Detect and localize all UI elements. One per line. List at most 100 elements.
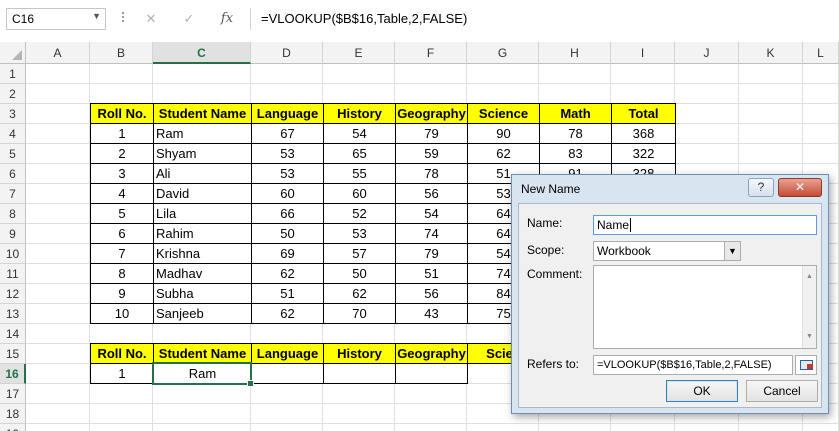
column-header-k[interactable]: K	[739, 42, 803, 64]
lookup-header-cell[interactable]: Language	[251, 343, 324, 364]
row-header-13[interactable]: 13	[0, 304, 26, 324]
lookup-cell[interactable]	[395, 363, 468, 384]
collapse-dialog-button[interactable]	[795, 355, 817, 375]
help-icon[interactable]: ?	[748, 178, 774, 197]
row-header-7[interactable]: 7	[0, 184, 26, 204]
row-header-6[interactable]: 6	[0, 164, 26, 184]
lookup-cell[interactable]	[323, 363, 396, 384]
column-header-b[interactable]: B	[90, 42, 153, 64]
table-cell[interactable]: 79	[395, 243, 468, 264]
table-cell[interactable]: Lila	[153, 203, 252, 224]
table-header-cell[interactable]: Science	[467, 103, 540, 124]
column-header-c[interactable]: C	[153, 42, 251, 64]
table-header-cell[interactable]: Total	[611, 103, 676, 124]
table-header-cell[interactable]: Language	[251, 103, 324, 124]
table-header-cell[interactable]: Student Name	[153, 103, 252, 124]
table-cell[interactable]: Shyam	[153, 143, 252, 164]
row-header-15[interactable]: 15	[0, 344, 26, 364]
table-cell[interactable]: 322	[611, 143, 676, 164]
table-cell[interactable]: 55	[323, 163, 396, 184]
column-header-a[interactable]: A	[26, 42, 90, 64]
table-cell[interactable]: 43	[395, 303, 468, 324]
table-cell[interactable]: 56	[395, 183, 468, 204]
lookup-header-cell[interactable]: Student Name	[153, 343, 252, 364]
formula-input[interactable]: =VLOOKUP($B$16,Table,2,FALSE)	[250, 8, 839, 30]
table-header-cell[interactable]: Geography	[395, 103, 468, 124]
row-header-11[interactable]: 11	[0, 264, 26, 284]
row-header-2[interactable]: 2	[0, 84, 26, 104]
column-header-g[interactable]: G	[467, 42, 539, 64]
table-cell[interactable]: 54	[323, 123, 396, 144]
table-cell[interactable]: 1	[90, 123, 154, 144]
row-header-3[interactable]: 3	[0, 104, 26, 124]
table-cell[interactable]: Madhav	[153, 263, 252, 284]
confirm-entry-icon[interactable]: ✓	[177, 8, 201, 30]
table-cell[interactable]: 62	[467, 143, 540, 164]
table-cell[interactable]: David	[153, 183, 252, 204]
table-cell[interactable]: 53	[251, 163, 324, 184]
table-cell[interactable]: 62	[251, 263, 324, 284]
table-cell[interactable]: 50	[251, 223, 324, 244]
row-header-5[interactable]: 5	[0, 144, 26, 164]
table-cell[interactable]: 9	[90, 283, 154, 304]
column-header-d[interactable]: D	[251, 42, 323, 64]
table-cell[interactable]: 368	[611, 123, 676, 144]
insert-function-icon[interactable]: fx	[215, 8, 239, 30]
name-box[interactable]: C16 ▼	[6, 8, 106, 30]
name-field[interactable]: Name	[593, 215, 817, 235]
close-icon[interactable]: ✕	[778, 178, 822, 197]
table-cell[interactable]: 53	[323, 223, 396, 244]
row-header-8[interactable]: 8	[0, 204, 26, 224]
lookup-header-cell[interactable]: Roll No.	[90, 343, 154, 364]
lookup-header-cell[interactable]: Geography	[395, 343, 468, 364]
table-cell[interactable]: 5	[90, 203, 154, 224]
table-cell[interactable]: 74	[395, 223, 468, 244]
row-header-19[interactable]: 19	[0, 424, 26, 431]
row-header-4[interactable]: 4	[0, 124, 26, 144]
column-header-e[interactable]: E	[323, 42, 395, 64]
dialog-titlebar[interactable]: New Name ? ✕	[512, 175, 828, 203]
column-header-i[interactable]: I	[611, 42, 675, 64]
table-cell[interactable]: 3	[90, 163, 154, 184]
lookup-cell[interactable]	[251, 363, 324, 384]
table-cell[interactable]: Sanjeeb	[153, 303, 252, 324]
table-cell[interactable]: 83	[539, 143, 612, 164]
table-cell[interactable]: 2	[90, 143, 154, 164]
scope-select[interactable]: Workbook ▼	[593, 241, 741, 261]
lookup-header-cell[interactable]: History	[323, 343, 396, 364]
table-cell[interactable]: 78	[539, 123, 612, 144]
table-cell[interactable]: 4	[90, 183, 154, 204]
row-header-1[interactable]: 1	[0, 64, 26, 84]
table-cell[interactable]: 78	[395, 163, 468, 184]
table-cell[interactable]: 6	[90, 223, 154, 244]
table-cell[interactable]: 10	[90, 303, 154, 324]
table-cell[interactable]: 70	[323, 303, 396, 324]
table-cell[interactable]: 67	[251, 123, 324, 144]
cancel-entry-icon[interactable]: ✕	[139, 8, 163, 30]
row-header-10[interactable]: 10	[0, 244, 26, 264]
table-cell[interactable]: 7	[90, 243, 154, 264]
column-header-l[interactable]: L	[803, 42, 839, 64]
table-header-cell[interactable]: Roll No.	[90, 103, 154, 124]
column-header-h[interactable]: H	[539, 42, 611, 64]
comment-textarea[interactable]: ▲ ▼	[593, 265, 817, 349]
scroll-up-icon[interactable]: ▲	[806, 268, 813, 286]
lookup-cell[interactable]: 1	[90, 363, 154, 384]
table-cell[interactable]: 54	[395, 203, 468, 224]
table-cell[interactable]: 57	[323, 243, 396, 264]
column-header-f[interactable]: F	[395, 42, 467, 64]
row-header-12[interactable]: 12	[0, 284, 26, 304]
row-header-9[interactable]: 9	[0, 224, 26, 244]
table-cell[interactable]: 50	[323, 263, 396, 284]
table-cell[interactable]: Subha	[153, 283, 252, 304]
row-header-18[interactable]: 18	[0, 404, 26, 424]
select-all-corner[interactable]	[0, 42, 26, 64]
table-cell[interactable]: 79	[395, 123, 468, 144]
table-cell[interactable]: 62	[251, 303, 324, 324]
name-box-dropdown-icon[interactable]: ▼	[92, 11, 101, 21]
row-header-14[interactable]: 14	[0, 324, 26, 344]
lookup-cell[interactable]: Ram	[153, 363, 252, 384]
table-header-cell[interactable]: History	[323, 103, 396, 124]
row-header-17[interactable]: 17	[0, 384, 26, 404]
table-cell[interactable]: 51	[395, 263, 468, 284]
